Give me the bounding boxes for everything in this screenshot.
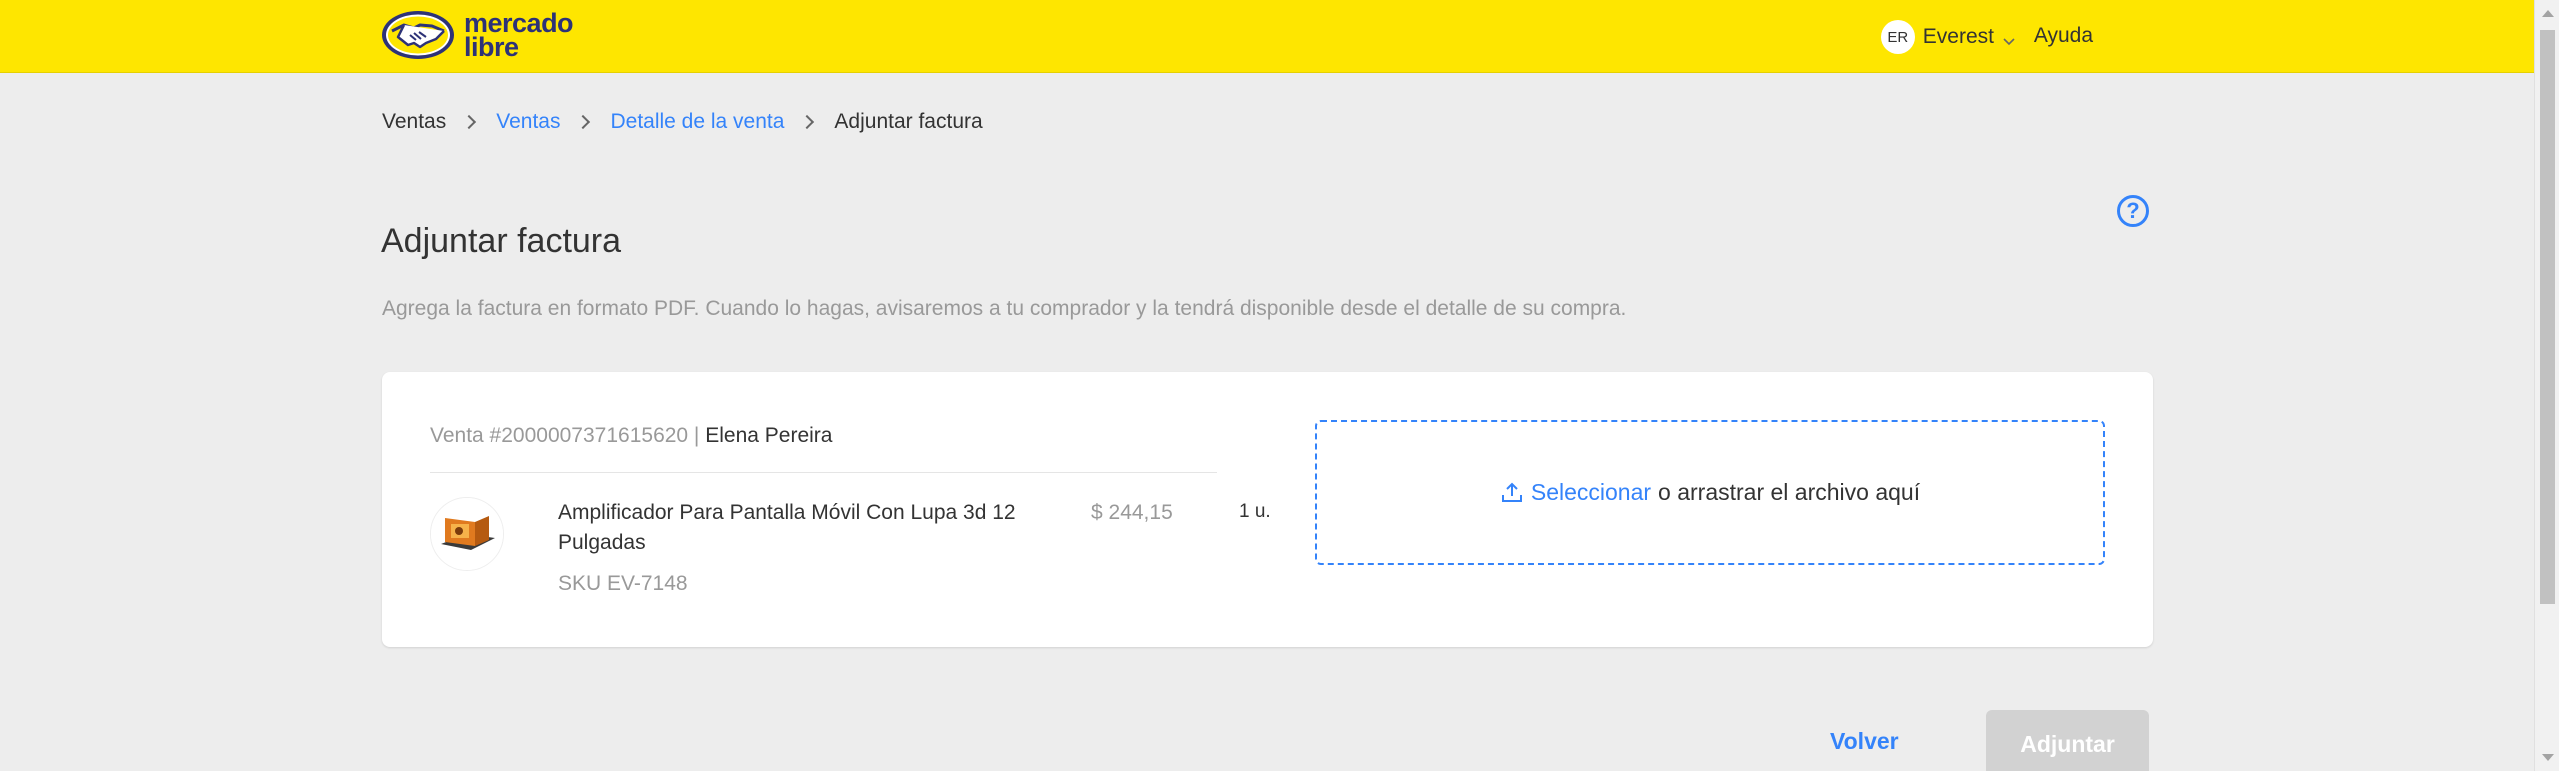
help-link[interactable]: Ayuda	[2034, 24, 2093, 48]
chevron-down-icon	[2002, 30, 2016, 46]
question-circle-icon[interactable]: ?	[2117, 195, 2149, 227]
top-header: mercado libre ER Everest Ayuda	[0, 0, 2534, 73]
chevron-right-icon	[800, 114, 815, 130]
scroll-down-arrow-icon[interactable]	[2542, 754, 2554, 761]
chevron-right-icon	[462, 114, 477, 130]
sale-header: Venta #2000007371615620 | Elena Pereira	[430, 424, 832, 448]
chevron-right-icon	[576, 114, 591, 130]
breadcrumb: Ventas Ventas Detalle de la venta Adjunt…	[382, 110, 983, 134]
user-name: Everest	[1922, 25, 1994, 48]
upload-icon	[1500, 481, 1524, 505]
logo-text-libre: libre	[464, 32, 519, 62]
select-file-link[interactable]: Seleccionar	[1531, 479, 1651, 506]
back-button[interactable]: Volver	[1830, 728, 1899, 755]
product-thumbnail	[430, 497, 504, 571]
scrollbar[interactable]	[2534, 0, 2559, 771]
avatar: ER	[1880, 20, 1915, 54]
breadcrumb-item-ventas-root: Ventas	[382, 110, 447, 133]
product-title: Amplificador Para Pantalla Móvil Con Lup…	[558, 501, 1016, 554]
invoice-card: Venta #2000007371615620 | Elena Pereira …	[382, 372, 2153, 647]
breadcrumb-item-ventas[interactable]: Ventas	[496, 110, 560, 134]
product-price: $ 244,15	[1091, 501, 1173, 524]
mercado-libre-logo[interactable]: mercado libre	[380, 7, 574, 63]
page-subtitle: Agrega la factura en formato PDF. Cuando…	[382, 297, 1627, 320]
page-title: Adjuntar factura	[381, 222, 622, 260]
sale-number: Venta #2000007371615620 |	[430, 424, 706, 447]
divider	[430, 472, 1217, 473]
breadcrumb-item-current: Adjuntar factura	[834, 110, 983, 133]
user-menu[interactable]: ER Everest	[1880, 20, 2016, 54]
attach-button[interactable]: Adjuntar	[1986, 710, 2149, 771]
file-dropzone[interactable]: Seleccionar o arrastrar el archivo aquí	[1315, 420, 2105, 565]
buyer-name: Elena Pereira	[705, 424, 833, 447]
product-quantity: 1 u.	[1239, 501, 1271, 522]
drop-instruction: o arrastrar el archivo aquí	[1658, 479, 1921, 505]
scroll-thumb[interactable]	[2540, 30, 2555, 604]
logo-wordmark: mercado libre	[464, 10, 574, 62]
scroll-up-arrow-icon[interactable]	[2542, 10, 2554, 17]
product-sku: SKU EV-7148	[558, 572, 688, 595]
breadcrumb-item-detalle-venta[interactable]: Detalle de la venta	[610, 110, 784, 134]
handshake-logo-icon	[380, 9, 456, 61]
